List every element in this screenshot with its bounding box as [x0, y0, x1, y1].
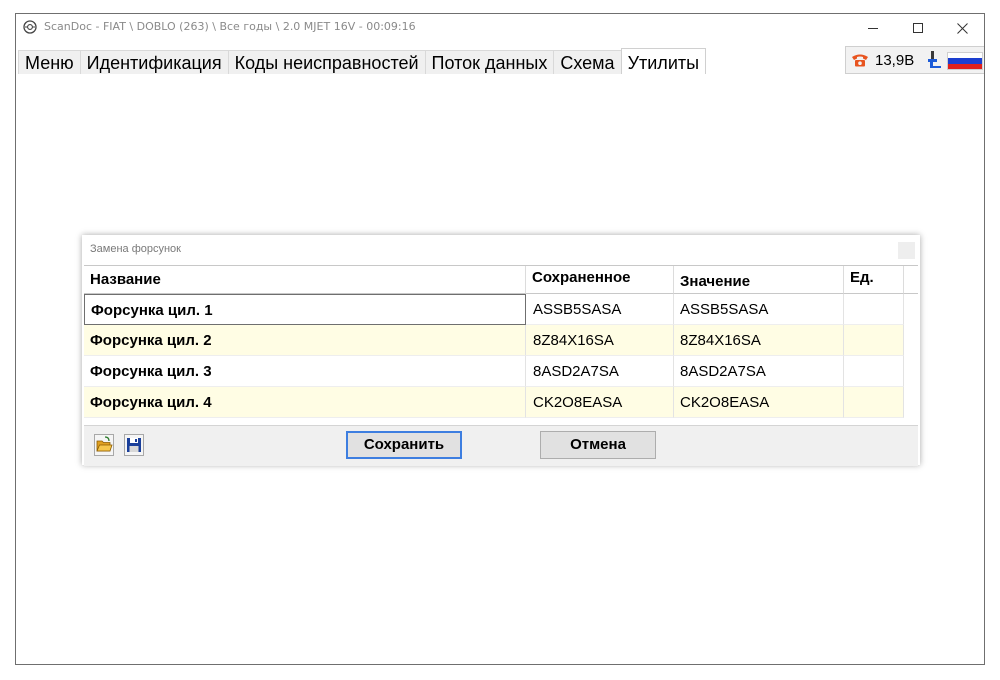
- phone-icon: [852, 54, 868, 67]
- row-value[interactable]: 8Z84X16SA: [674, 325, 844, 356]
- open-file-button[interactable]: [94, 434, 114, 456]
- table-row[interactable]: Форсунка цил. 4 CK2O8EASA CK2O8EASA: [84, 387, 904, 418]
- plug-icon: [928, 51, 941, 68]
- row-unit: [844, 325, 904, 356]
- main-tabs: Меню Идентификация Коды неисправностей П…: [18, 48, 707, 74]
- injector-replacement-dialog: Замена форсунок Название Сохраненное Зна…: [82, 235, 920, 466]
- row-saved: 8ASD2A7SA: [526, 356, 674, 387]
- save-file-button[interactable]: [124, 434, 144, 456]
- column-header-value[interactable]: Значение: [674, 266, 844, 294]
- row-unit: [844, 294, 904, 325]
- injector-table: Название Сохраненное Значение Ед. Форсун…: [84, 265, 918, 426]
- save-button[interactable]: Сохранить: [346, 431, 462, 459]
- row-value[interactable]: CK2O8EASA: [674, 387, 844, 418]
- column-header-filler: [904, 266, 918, 294]
- tab-fault-codes[interactable]: Коды неисправностей: [227, 50, 426, 74]
- dialog-close-button[interactable]: [898, 242, 915, 259]
- title-bar: ScanDoc - FIAT \ DOBLO (263) \ Все годы …: [16, 14, 984, 42]
- column-header-name[interactable]: Название: [84, 266, 526, 294]
- status-panel: 13,9В: [845, 46, 984, 74]
- table-row[interactable]: Форсунка цил. 3 8ASD2A7SA 8ASD2A7SA: [84, 356, 904, 387]
- minimize-icon: [867, 28, 878, 29]
- app-logo-icon: [23, 20, 37, 34]
- russia-flag-icon[interactable]: [947, 52, 983, 70]
- open-folder-icon: [96, 436, 113, 452]
- dialog-title: Замена форсунок: [90, 243, 181, 255]
- tab-utilities[interactable]: Утилиты: [620, 48, 707, 74]
- close-icon: [957, 22, 968, 34]
- tab-menu[interactable]: Меню: [18, 50, 81, 74]
- save-disk-icon: [127, 438, 141, 452]
- tab-diagram[interactable]: Схема: [553, 50, 622, 74]
- tab-identification[interactable]: Идентификация: [79, 50, 229, 74]
- row-name[interactable]: Форсунка цил. 4: [84, 387, 526, 418]
- maximize-icon: [912, 23, 923, 33]
- row-value[interactable]: 8ASD2A7SA: [674, 356, 844, 387]
- minimize-button[interactable]: [850, 14, 895, 42]
- row-saved: ASSB5SASA: [526, 294, 674, 325]
- row-unit: [844, 356, 904, 387]
- table-row[interactable]: Форсунка цил. 1 ASSB5SASA ASSB5SASA: [84, 294, 904, 325]
- column-header-unit[interactable]: Ед.: [844, 266, 904, 294]
- maximize-button[interactable]: [895, 14, 940, 42]
- row-unit: [844, 387, 904, 418]
- row-name[interactable]: Форсунка цил. 3: [84, 356, 526, 387]
- row-value[interactable]: ASSB5SASA: [674, 294, 844, 325]
- window-title: ScanDoc - FIAT \ DOBLO (263) \ Все годы …: [44, 20, 416, 33]
- app-window: ScanDoc - FIAT \ DOBLO (263) \ Все годы …: [15, 13, 985, 665]
- column-header-saved[interactable]: Сохраненное: [526, 266, 674, 294]
- cancel-button[interactable]: Отмена: [540, 431, 656, 459]
- tab-data-stream[interactable]: Поток данных: [424, 50, 555, 74]
- voltage-readout: 13,9В: [875, 52, 915, 69]
- row-saved: CK2O8EASA: [526, 387, 674, 418]
- row-name[interactable]: Форсунка цил. 2: [84, 325, 526, 356]
- row-name[interactable]: Форсунка цил. 1: [84, 294, 526, 325]
- table-row[interactable]: Форсунка цил. 2 8Z84X16SA 8Z84X16SA: [84, 325, 904, 356]
- close-button[interactable]: [940, 14, 984, 42]
- dialog-footer: Сохранить Отмена: [84, 425, 918, 466]
- row-saved: 8Z84X16SA: [526, 325, 674, 356]
